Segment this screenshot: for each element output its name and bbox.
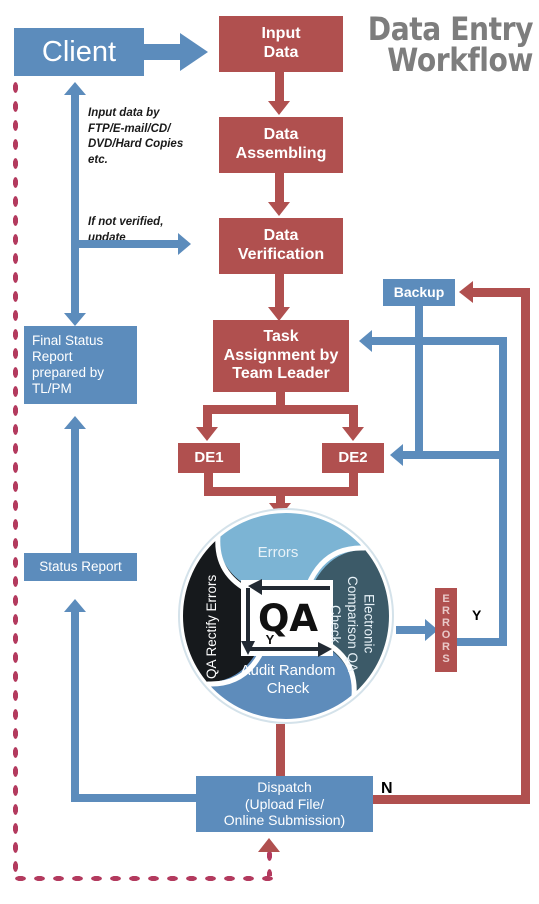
node-final-status-report[interactable]: Final Status Report prepared by TL/PM [24,326,137,404]
node-errors[interactable]: E R R O R S [435,588,457,672]
node-status-report-label: Status Report [39,559,122,575]
qa-yes-label-svg: Y [266,632,275,647]
connector-verification-to-task-arrowhead-icon [268,307,290,321]
connector-de2-return-top [415,337,507,345]
node-de2[interactable]: DE2 [322,443,384,473]
node-task-assignment-line-3: Team Leader [232,365,330,383]
connector-assembling-to-verification [275,173,284,204]
dotted-path-bottom [11,874,273,883]
node-dispatch-line-2: (Upload File/ [244,795,325,812]
node-errors-letter-4: R [442,640,450,653]
connector-input-to-assembling [275,72,284,103]
workflow-diagram: Data Entry Workflow Client Input Data Da… [0,0,539,904]
client-to-input-arrow-icon [140,33,208,71]
node-data-assembling-line-1: Data [263,126,299,144]
connector-n-return-top [473,288,530,297]
connector-status-to-final-arrowhead-icon [64,416,86,429]
node-client[interactable]: Client [14,28,144,76]
connector-input-to-assembling-arrowhead-icon [268,101,290,115]
connector-dispatch-to-status-riser [71,610,79,802]
node-data-assembling-line-2: Assembling [235,145,327,162]
node-data-assembling[interactable]: Data Assembling [219,117,343,173]
node-client-label: Client [41,35,117,68]
connector-n-return-vertical [521,288,530,804]
node-task-assignment-line-2: Assignment by [223,346,339,364]
node-backup[interactable]: Backup [383,279,455,306]
connector-de1-arrowhead-icon [196,427,218,441]
connector-qa-to-dispatch [276,724,285,776]
node-de1[interactable]: DE1 [178,443,240,473]
node-data-verification-line-2: Verification [237,246,325,263]
connector-backup-down [415,306,423,451]
connector-not-verified-line [71,240,179,248]
connector-de2-arrowhead-icon [342,427,364,441]
node-dispatch-line-3: Online Submission) [223,812,346,829]
qa-label-audit-random-check: Audit Random Check [240,662,336,698]
connector-de2-return-bottom [403,451,507,459]
node-dispatch[interactable]: Dispatch (Upload File/ Online Submission… [196,776,373,832]
connector-task-split-left-drop [203,405,212,429]
node-status-report[interactable]: Status Report [24,553,137,581]
connector-backup-arrowhead-icon [459,281,473,303]
dotted-path-arrowhead-icon [258,838,280,852]
node-final-status-report-label: Final Status Report prepared by TL/PM [32,333,105,396]
connector-task-split-right-drop [349,405,358,429]
connector-client-feedback-spine [71,93,79,315]
connector-dispatch-to-status-arrowhead-icon [64,599,86,612]
connector-n-return-bottom [373,795,530,804]
connector-not-verified-arrowhead-icon [178,233,191,255]
node-dispatch-line-1: Dispatch [257,779,312,796]
dotted-path-left [11,78,20,878]
node-data-verification[interactable]: Data Verification [219,218,343,274]
node-data-verification-line-1: Data [263,227,299,245]
page-title: Data Entry Workflow [361,13,534,80]
label-n-dispatch: N [381,780,393,797]
annotation-input-method: Input data by FTP/E-mail/CD/ DVD/Hard Co… [88,107,184,166]
node-backup-label: Backup [393,284,445,301]
connector-client-feedback-up-arrowhead-icon [64,82,86,95]
connector-de2-return-arrowhead-icon [390,444,403,466]
connector-task-return-arrowhead-icon [359,330,372,352]
connector-final-report-arrowhead-icon [64,313,86,326]
connector-de2-return-riser [499,337,507,451]
node-task-assignment[interactable]: Task Assignment by Team Leader [213,320,349,392]
qa-label-qa-rectify-errors: QA Rectify Errors [204,574,219,680]
connector-task-split-bar [203,405,358,414]
node-errors-letter-5: S [442,652,450,665]
connector-assembling-to-verification-arrowhead-icon [268,202,290,216]
node-task-assignment-line-1: Task [263,327,299,345]
connector-verification-to-task [275,274,284,309]
node-input-data[interactable]: Input Data [219,16,343,72]
node-input-data-line-2: Data [263,44,299,61]
node-de2-label: DE2 [338,449,368,467]
connector-dispatch-to-status-bar [71,794,201,802]
connector-y-branch-riser [499,459,507,646]
node-input-data-line-1: Input [261,25,301,43]
qa-circle-diagram: QA Y Errors Electronic Comparison QA Che… [178,508,394,724]
label-y-errors: Y [472,607,482,623]
qa-label-errors: Errors [257,544,299,561]
connector-status-to-final [71,427,79,553]
page-title-line-2: Workflow [387,41,533,80]
node-de1-label: DE1 [194,449,224,467]
